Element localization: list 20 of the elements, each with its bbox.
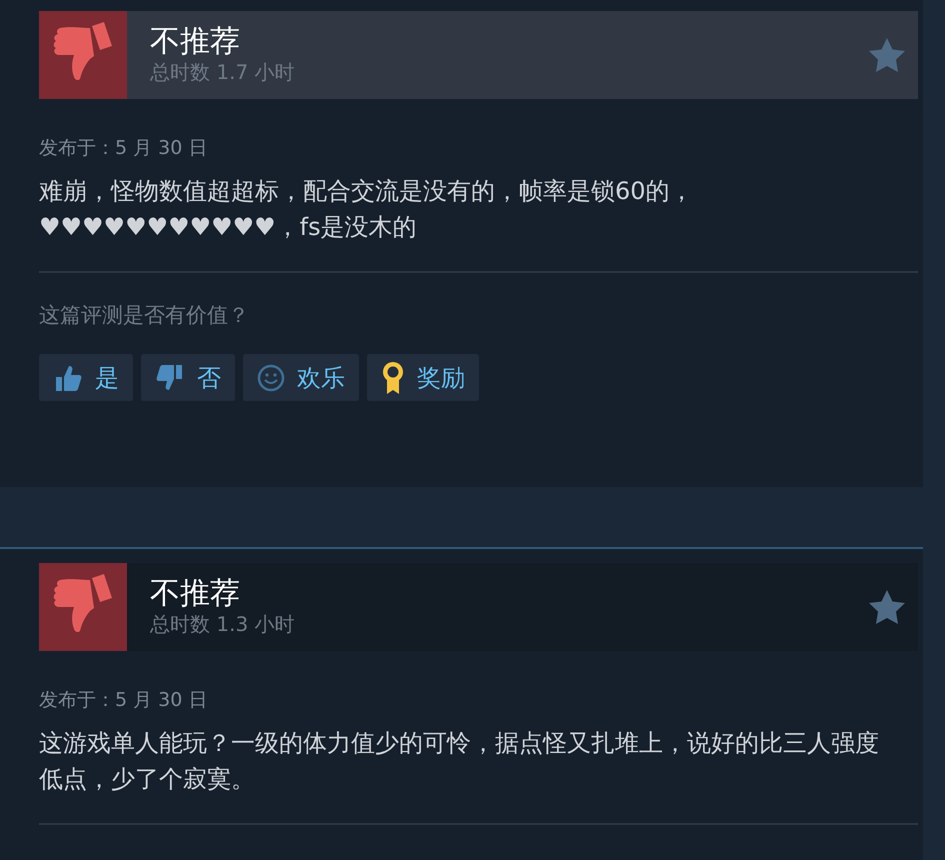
playtime: 总时数 1.7 小时 [150,59,296,85]
vote-button[interactable]: 奖励 [367,354,479,401]
review-verdict: 不推荐 [150,577,241,611]
award-ribbon-icon [381,360,405,396]
vote-button[interactable]: 否 [141,354,235,401]
thumbs-down-icon [39,11,127,99]
thumbs-down-icon [39,563,127,651]
posted-date: 发布于：5 月 30 日 [39,688,208,713]
playtime: 总时数 1.3 小时 [150,611,296,637]
thumbs-down-icon [155,362,185,392]
smiley-icon [257,364,285,392]
vote-button[interactable]: 欢乐 [243,354,359,401]
posted-date: 发布于：5 月 30 日 [39,136,208,161]
vote-button[interactable]: 是 [39,354,133,401]
review-text: 难崩，怪物数值超超标，配合交流是没有的，帧率是锁60的，♥♥♥♥♥♥♥♥♥♥♥，fs是没木的 [39,176,695,243]
award-star-icon[interactable] [868,37,906,73]
award-star-icon[interactable] [868,589,906,625]
review-verdict: 不推荐 [150,25,241,59]
review-text: 这游戏单人能玩？一级的体力值少的可怜，据点怪又扎堆上，说好的比三人强度低点，少了个寂寞。 [39,728,880,795]
helpful-prompt: 这篇评测是否有价值？ [39,302,250,329]
